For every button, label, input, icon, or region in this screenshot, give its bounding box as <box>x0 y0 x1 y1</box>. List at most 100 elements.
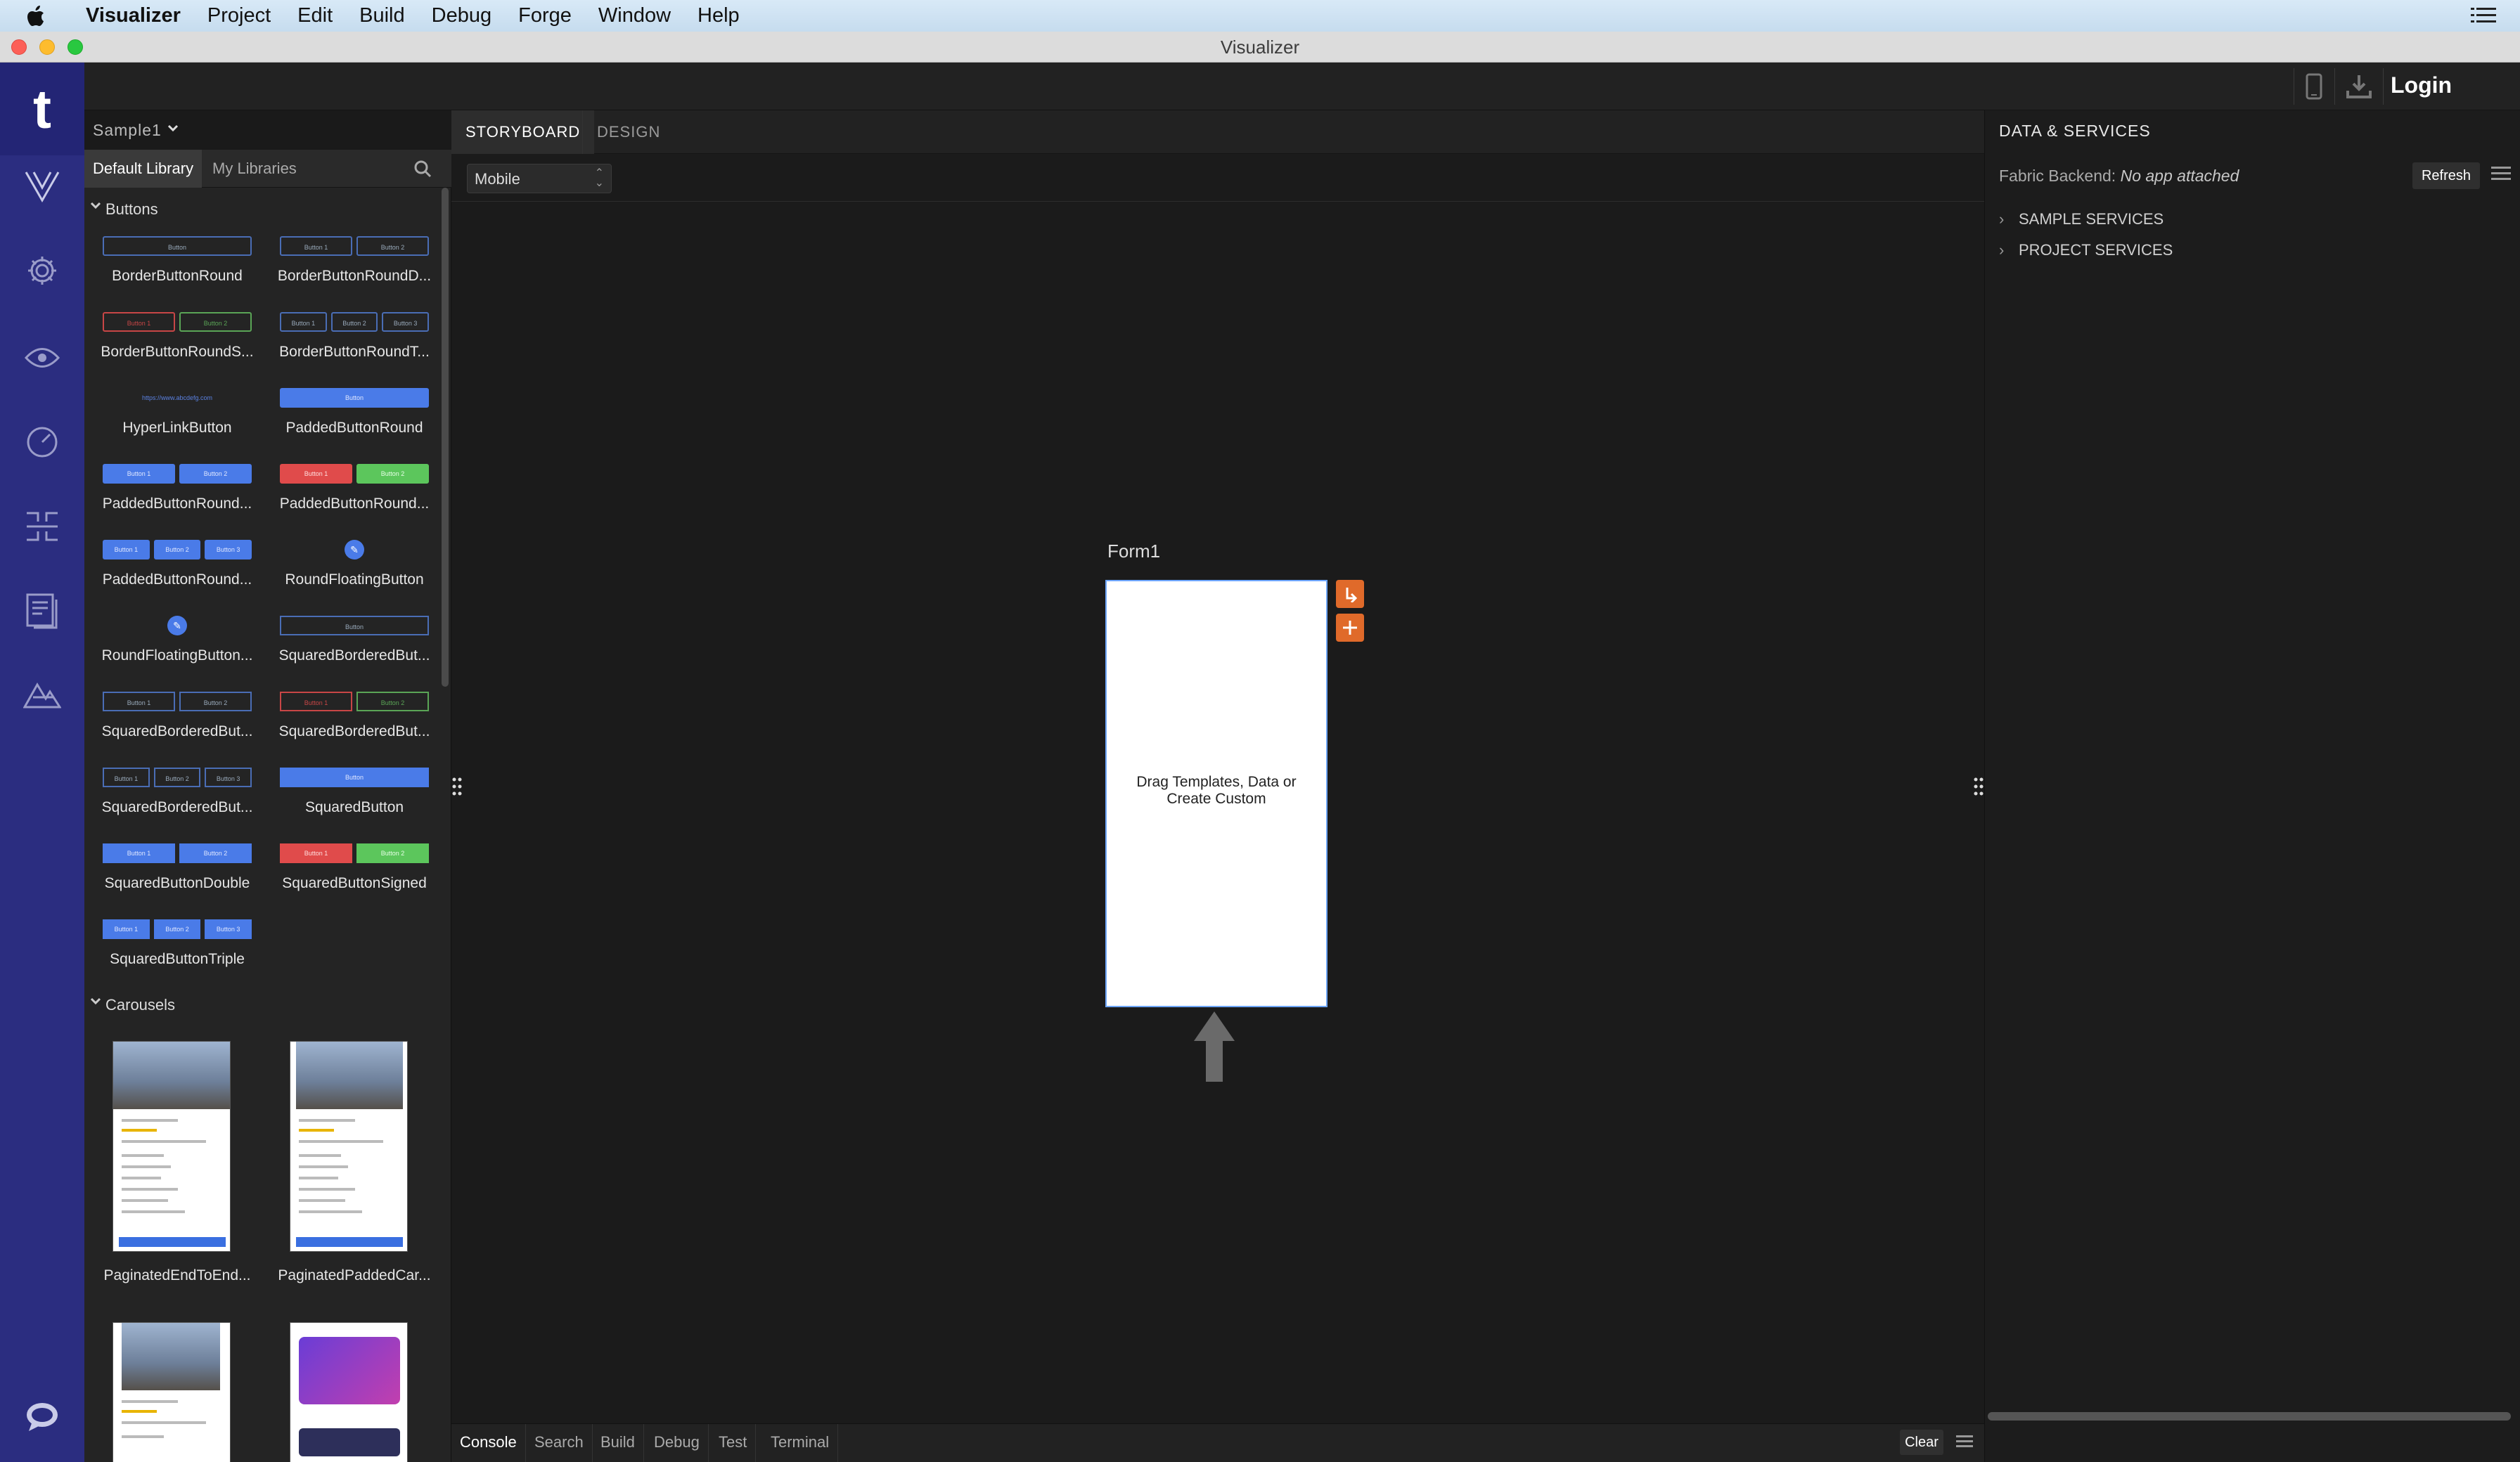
device-mode-select[interactable]: Mobile ⌃ ⌄ <box>467 164 612 193</box>
carousel-preview-image[interactable] <box>112 1322 231 1462</box>
widget-border-button-round[interactable]: Button BorderButtonRound <box>90 226 264 302</box>
widget-squared-button-signed[interactable]: Button 1 Button 2 SquaredButtonSigned <box>267 833 442 909</box>
clear-console-button[interactable]: Clear <box>1900 1430 1943 1455</box>
menu-edit[interactable]: Edit <box>297 4 333 27</box>
download-icon[interactable] <box>2334 68 2384 105</box>
pencil-icon: ✎ <box>167 616 187 635</box>
tab-console[interactable]: Console <box>451 1424 526 1462</box>
canvas-tabs: STORYBOARD DESIGN <box>451 110 1984 154</box>
widget-round-floating-button-alt[interactable]: ✎ RoundFloatingButton... <box>90 605 264 681</box>
tab-my-libraries[interactable]: My Libraries <box>204 150 305 188</box>
window-title: Visualizer <box>1220 37 1300 58</box>
layout-split-icon[interactable] <box>22 507 62 546</box>
chevron-down-icon <box>90 200 101 214</box>
widget-squared-bordered-button-double[interactable]: Button 1 Button 2 SquaredBorderedBut... <box>90 681 264 757</box>
horizontal-scrollbar[interactable] <box>1988 1412 2511 1421</box>
library-tabs: Default Library My Libraries <box>84 150 451 188</box>
widget-squared-button-double[interactable]: Button 1 Button 2 SquaredButtonDouble <box>90 833 264 909</box>
carousel-preview-image[interactable] <box>290 1322 408 1462</box>
carousel-name: PaginatedPaddedCar... <box>278 1267 431 1283</box>
widget-padded-button-round-triple[interactable]: Button 1 Button 2 Button 3 PaddedButtonRou… <box>90 529 264 605</box>
hamburger-menu-icon[interactable] <box>1956 1434 1973 1453</box>
chevron-down-icon <box>90 996 101 1009</box>
visualizer-icon[interactable] <box>22 167 62 206</box>
section-label: Carousels <box>105 996 176 1014</box>
widget-squared-bordered-button-signed[interactable]: Button 1 Button 2 SquaredBorderedBut... <box>267 681 442 757</box>
chevron-updown-icon: ⌃ ⌄ <box>594 167 604 189</box>
menu-build[interactable]: Build <box>359 4 405 27</box>
carousel-name: PaginatedEndToEnd... <box>103 1267 251 1283</box>
widget-squared-button-triple[interactable]: Button 1 Button 2 Button 3 SquaredButtonTr… <box>90 909 264 985</box>
hamburger-menu-icon[interactable] <box>2491 165 2511 186</box>
tab-terminal[interactable]: Terminal <box>762 1424 839 1462</box>
library-panel: Sample1 Default Library My Libraries But… <box>84 110 451 1462</box>
documents-icon[interactable] <box>22 591 62 630</box>
tree-item-sample-services[interactable]: › SAMPLE SERVICES <box>1999 210 2164 228</box>
section-carousels[interactable]: Carousels <box>84 989 443 1020</box>
widget-padded-button-round[interactable]: Button PaddedButtonRound <box>267 377 442 453</box>
widget-border-button-round-triple[interactable]: Button 1 Button 2 Button 3 BorderButtonRou… <box>267 302 442 377</box>
control-center-list-icon[interactable] <box>2471 6 2496 31</box>
project-selector[interactable]: Sample1 <box>84 110 451 150</box>
widget-squared-bordered-button[interactable]: Button SquaredBorderedBut... <box>267 605 442 681</box>
form-canvas[interactable]: Drag Templates, Data or Create Custom <box>1105 580 1328 1007</box>
menu-forge[interactable]: Forge <box>518 4 572 27</box>
mountains-icon[interactable] <box>22 674 62 713</box>
preview-eye-icon[interactable] <box>22 338 62 377</box>
device-preview-button[interactable] <box>2294 68 2333 105</box>
settings-gear-icon[interactable] <box>22 251 62 290</box>
carousel-preview-image[interactable] <box>112 1041 231 1252</box>
tab-design[interactable]: DESIGN <box>582 110 674 154</box>
widget-padded-button-round-double[interactable]: Button 1 Button 2 PaddedButtonRound... <box>90 453 264 529</box>
chevron-right-icon: › <box>1999 210 2005 228</box>
widget-border-button-round-double[interactable]: Button 1 Button 2 BorderButtonRoundD... <box>267 226 442 302</box>
search-icon[interactable] <box>413 160 432 181</box>
section-label: Buttons <box>105 200 158 218</box>
chevron-right-icon: › <box>1999 241 2005 259</box>
tab-search[interactable]: Search <box>526 1424 593 1462</box>
navigate-arrow-icon[interactable] <box>1336 580 1364 608</box>
chat-bubble-icon[interactable] <box>22 1397 62 1436</box>
menu-help[interactable]: Help <box>698 4 740 27</box>
pencil-icon: ✎ <box>345 540 364 559</box>
tree-item-project-services[interactable]: › PROJECT SERVICES <box>1999 241 2173 259</box>
widget-padded-button-round-signed[interactable]: Button 1 Button 2 PaddedButtonRound... <box>267 453 442 529</box>
left-rail: t <box>0 63 84 1462</box>
app-logo: t <box>0 63 84 155</box>
tab-build[interactable]: Build <box>592 1424 644 1462</box>
login-button[interactable]: Login <box>2391 72 2452 98</box>
carousel-preview-image[interactable] <box>290 1041 408 1252</box>
project-name[interactable]: Sample1 <box>93 121 162 140</box>
section-buttons[interactable]: Buttons <box>84 193 443 224</box>
panel-title: DATA & SERVICES <box>1999 122 2151 140</box>
apple-icon[interactable] <box>27 5 63 27</box>
menu-project[interactable]: Project <box>207 4 271 27</box>
device-mode-value: Mobile <box>475 170 520 188</box>
menu-window[interactable]: Window <box>598 4 671 27</box>
performance-gauge-icon[interactable] <box>22 422 62 462</box>
widget-round-floating-button[interactable]: ✎ RoundFloatingButton <box>267 529 442 605</box>
storyboard-canvas: STORYBOARD DESIGN Mobile ⌃ ⌄ Form1 Drag T… <box>451 110 1984 1423</box>
form-name-label[interactable]: Form1 <box>1107 541 1160 562</box>
tab-debug[interactable]: Debug <box>645 1424 709 1462</box>
tab-storyboard[interactable]: STORYBOARD <box>451 110 595 154</box>
widget-squared-button[interactable]: Button SquaredButton <box>267 757 442 833</box>
library-scrollbar[interactable] <box>442 188 449 687</box>
left-panel-resize-handle[interactable] <box>451 772 463 801</box>
right-panel-resize-handle[interactable] <box>1973 772 1984 801</box>
menu-app-name[interactable]: Visualizer <box>86 4 181 27</box>
refresh-button[interactable]: Refresh <box>2412 162 2480 189</box>
window-titlebar: Visualizer <box>0 32 2520 63</box>
tab-test[interactable]: Test <box>710 1424 757 1462</box>
menu-debug[interactable]: Debug <box>432 4 491 27</box>
add-plus-icon[interactable] <box>1336 614 1364 642</box>
up-arrow-icon <box>1192 1010 1236 1087</box>
data-services-panel: DATA & SERVICES Fabric Backend: No app a… <box>1984 110 2520 1462</box>
tab-default-library[interactable]: Default Library <box>84 150 202 188</box>
widget-squared-bordered-button-triple[interactable]: Button 1 Button 2 Button 3 SquaredBordered… <box>90 757 264 833</box>
top-toolbar: Login <box>84 63 2520 110</box>
widget-hyperlink-button[interactable]: https://www.abcdefg.com HyperLinkButton <box>90 377 264 453</box>
widget-border-button-round-signed[interactable]: Button 1 Button 2 BorderButtonRoundS... <box>90 302 264 377</box>
chevron-down-icon[interactable] <box>167 123 179 136</box>
fabric-backend-status: Fabric Backend: No app attached <box>1999 167 2239 185</box>
